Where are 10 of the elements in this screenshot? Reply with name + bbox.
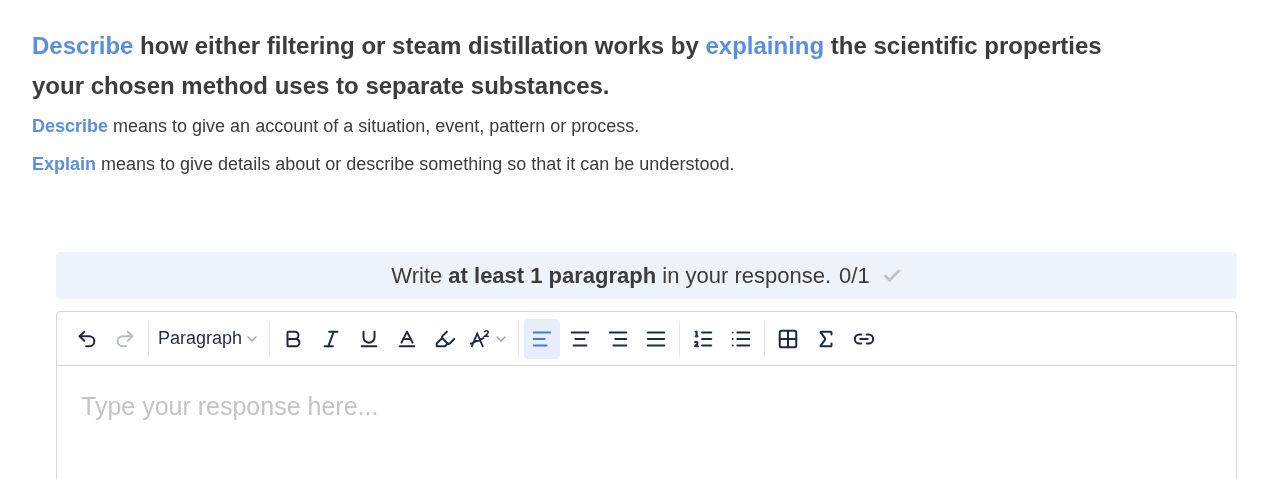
- requirement-count: 0/1: [839, 262, 870, 290]
- question-text: Describe how either filtering or steam distillation works by explaining the scientific properties your chosen method uses to separate substances.: [32, 31, 1103, 101]
- align-left-button[interactable]: [524, 318, 561, 359]
- definition-text: Describe means to give an account of a situation, event, pattern or process.: [32, 115, 641, 138]
- definition-text: Explain means to give details about or describe something so that it can be understood.: [32, 153, 736, 176]
- superscript-icon: [469, 327, 492, 350]
- response-field[interactable]: Type your response here...: [56, 366, 1237, 479]
- requirement-text: Write at least 1 paragraph in your response.: [391, 262, 832, 290]
- paragraph-dropdown[interactable]: Paragraph: [154, 318, 265, 359]
- table-icon: [777, 327, 800, 350]
